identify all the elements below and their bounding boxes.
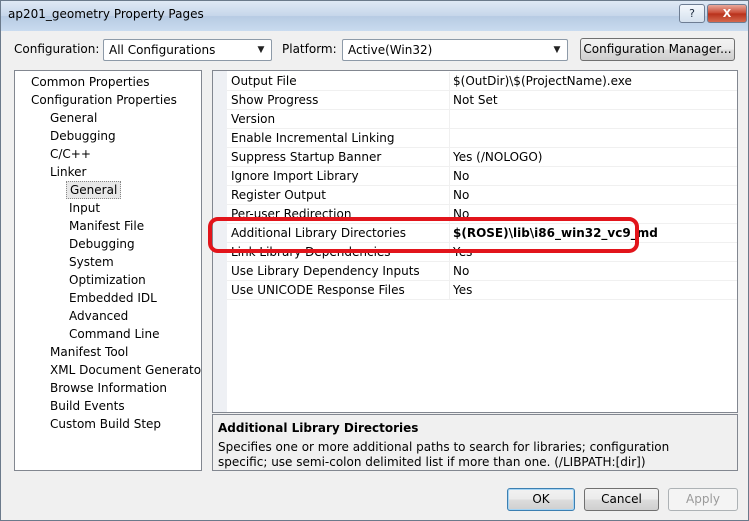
property-name: Suppress Startup Banner bbox=[231, 150, 382, 164]
property-row[interactable]: Ignore Import Library No bbox=[227, 167, 737, 186]
property-row[interactable]: Output File $(OutDir)\$(ProjectName).exe bbox=[227, 72, 737, 91]
property-value[interactable]: Not Set bbox=[453, 93, 498, 107]
tree-item[interactable]: Custom Build Step bbox=[47, 415, 164, 433]
column-separator bbox=[449, 281, 450, 300]
property-name: Ignore Import Library bbox=[231, 169, 359, 183]
configuration-value: All Configurations bbox=[109, 43, 216, 57]
property-value[interactable]: $(OutDir)\$(ProjectName).exe bbox=[453, 74, 632, 88]
description-text: Specifies one or more additional paths t… bbox=[218, 440, 670, 469]
property-pages-dialog: ap201_geometry Property Pages ? X Config… bbox=[0, 0, 749, 521]
tree-item[interactable]: General bbox=[66, 181, 122, 199]
description-title: Additional Library Directories bbox=[218, 421, 419, 435]
column-separator bbox=[449, 262, 450, 281]
property-tree[interactable]: Common Properties Configuration Propertie… bbox=[14, 70, 202, 471]
tree-item[interactable]: Debugging bbox=[66, 235, 138, 253]
tree-item[interactable]: Advanced bbox=[66, 307, 131, 325]
property-row[interactable]: Use Library Dependency Inputs No bbox=[227, 262, 737, 281]
property-name: Version bbox=[231, 112, 276, 126]
property-name: Register Output bbox=[231, 188, 326, 202]
property-value[interactable]: Yes (/NOLOGO) bbox=[453, 150, 542, 164]
property-value[interactable]: No bbox=[453, 169, 469, 183]
property-value[interactable]: No bbox=[453, 264, 469, 278]
tree-item[interactable]: Optimization bbox=[66, 271, 149, 289]
property-row[interactable]: Enable Incremental Linking bbox=[227, 129, 737, 148]
chevron-down-icon: ▼ bbox=[257, 45, 265, 55]
property-name: Use Library Dependency Inputs bbox=[231, 264, 420, 278]
help-button[interactable]: ? bbox=[679, 4, 705, 23]
column-separator bbox=[449, 129, 450, 148]
column-separator bbox=[449, 148, 450, 167]
highlight-annotation bbox=[208, 217, 639, 253]
property-name: Output File bbox=[231, 74, 297, 88]
platform-dropdown[interactable]: Active(Win32) ▼ bbox=[342, 39, 568, 61]
ok-button[interactable]: OK bbox=[507, 488, 575, 511]
tree-item[interactable]: Linker bbox=[47, 163, 89, 181]
tree-item[interactable]: Input bbox=[66, 199, 103, 217]
tree-item[interactable]: Build Events bbox=[47, 397, 128, 415]
apply-button[interactable]: Apply bbox=[668, 488, 738, 511]
column-separator bbox=[449, 72, 450, 91]
property-row[interactable]: Register Output No bbox=[227, 186, 737, 205]
property-name: Enable Incremental Linking bbox=[231, 131, 395, 145]
tree-item[interactable]: XML Document Generator bbox=[47, 361, 201, 379]
tree-item[interactable]: Manifest File bbox=[66, 217, 147, 235]
column-separator bbox=[449, 167, 450, 186]
tree-item[interactable]: Embedded IDL bbox=[66, 289, 160, 307]
description-panel: Additional Library Directories Specifies… bbox=[212, 414, 738, 471]
column-separator bbox=[449, 186, 450, 205]
close-button[interactable]: X bbox=[707, 4, 747, 23]
tree-item[interactable]: General bbox=[47, 109, 100, 127]
property-row[interactable]: Show Progress Not Set bbox=[227, 91, 737, 110]
platform-label: Platform: bbox=[282, 42, 337, 56]
configuration-dropdown[interactable]: All Configurations ▼ bbox=[103, 39, 272, 61]
property-row[interactable]: Suppress Startup Banner Yes (/NOLOGO) bbox=[227, 148, 737, 167]
tree-item[interactable]: Debugging bbox=[47, 127, 119, 145]
configuration-manager-button[interactable]: Configuration Manager... bbox=[580, 38, 735, 61]
property-name: Use UNICODE Response Files bbox=[231, 283, 405, 297]
property-name: Show Progress bbox=[231, 93, 319, 107]
tree-item[interactable]: Browse Information bbox=[47, 379, 170, 397]
window-title: ap201_geometry Property Pages bbox=[8, 7, 204, 21]
column-separator bbox=[449, 110, 450, 129]
tree-item[interactable]: C/C++ bbox=[47, 145, 94, 163]
property-value[interactable]: No bbox=[453, 188, 469, 202]
tree-item[interactable]: Configuration Properties bbox=[28, 91, 180, 109]
cancel-button[interactable]: Cancel bbox=[584, 488, 659, 511]
tree-item[interactable]: Command Line bbox=[66, 325, 163, 343]
tree-item[interactable]: System bbox=[66, 253, 117, 271]
tree-item[interactable]: Manifest Tool bbox=[47, 343, 131, 361]
platform-value: Active(Win32) bbox=[348, 43, 433, 57]
property-row[interactable]: Version bbox=[227, 110, 737, 129]
property-row[interactable]: Use UNICODE Response Files Yes bbox=[227, 281, 737, 300]
property-value[interactable]: Yes bbox=[453, 283, 472, 297]
tree-item[interactable]: Common Properties bbox=[28, 73, 153, 91]
column-separator bbox=[449, 91, 450, 110]
chevron-down-icon: ▼ bbox=[553, 45, 561, 55]
configuration-label: Configuration: bbox=[14, 42, 100, 56]
title-bar[interactable]: ap201_geometry Property Pages ? X bbox=[1, 1, 748, 31]
